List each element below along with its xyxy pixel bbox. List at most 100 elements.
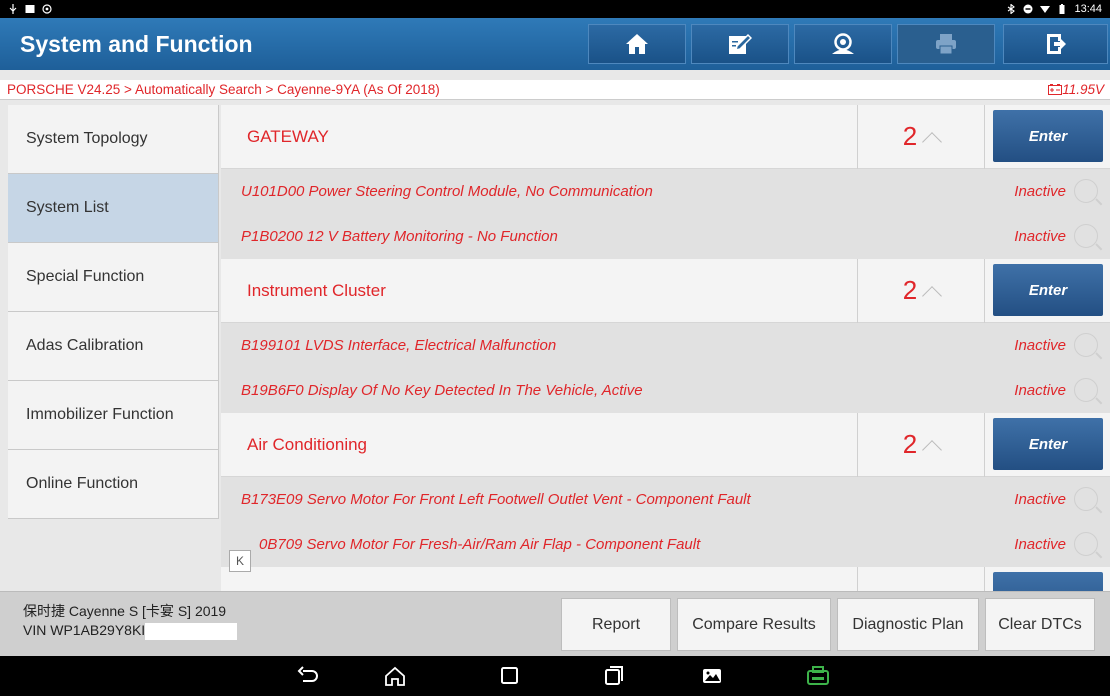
dtc-status: Inactive [1014, 183, 1066, 200]
status-bar: 13:44 [0, 0, 1110, 18]
sidebar-item-adas-calibration[interactable]: Adas Calibration [8, 312, 219, 381]
sidebar-item-immobilizer-function[interactable]: Immobilizer Function [8, 381, 219, 450]
voltage-value: 11.95V [1062, 82, 1104, 97]
sidebar: System Topology System List Special Func… [8, 105, 219, 519]
breadcrumb-path: PORSCHE V24.25 > Automatically Search > … [7, 82, 440, 97]
system-row-air-conditioning[interactable]: Air Conditioning 2 Enter [221, 412, 1110, 477]
vin-text: VIN WP1AB29Y8KI [23, 622, 146, 638]
vci-icon[interactable] [806, 666, 830, 686]
dtc-row: B173E09 Servo Motor For Front Left Footw… [221, 477, 1110, 522]
sidebar-item-online-function[interactable]: Online Function [8, 450, 219, 519]
dtc-text: P1B0200 12 V Battery Monitoring - No Fun… [241, 228, 558, 245]
vehicle-info: 保时捷 Cayenne S [卡宴 S] 2019 VIN WP1AB29Y8K… [23, 602, 238, 640]
home-nav-icon[interactable] [384, 666, 406, 686]
system-name: Instrument Cluster [247, 280, 386, 300]
title-bar: System and Function [0, 18, 1110, 70]
car-battery-icon [1048, 84, 1063, 95]
vehicle-vin: VIN WP1AB29Y8KI [23, 621, 238, 640]
dtc-count-toggle[interactable]: 2 [857, 258, 985, 323]
page-title: System and Function [20, 30, 253, 57]
dtc-status: Inactive [1014, 536, 1066, 553]
dtc-count-toggle[interactable]: 2 [857, 412, 985, 477]
dtc-text: B199101 LVDS Interface, Electrical Malfu… [241, 337, 557, 354]
settings-icon [42, 4, 52, 14]
enter-button[interactable] [993, 572, 1103, 591]
report-button[interactable]: Report [561, 598, 671, 651]
dtc-text: B19B6F0 Display Of No Key Detected In Th… [241, 382, 643, 399]
battery-voltage: 11.95V [1048, 82, 1104, 97]
enter-button[interactable]: Enter [993, 110, 1103, 162]
system-list[interactable]: GATEWAY 2 Enter U101D00 Power Steering C… [221, 105, 1110, 591]
edit-button[interactable] [691, 24, 789, 64]
system-name: GATEWAY [247, 126, 329, 146]
dtc-status: Inactive [1014, 337, 1066, 354]
enter-button[interactable]: Enter [993, 264, 1103, 316]
sidebar-item-label: Immobilizer Function [26, 406, 174, 423]
exit-button[interactable] [1003, 24, 1108, 64]
print-button[interactable] [897, 24, 995, 64]
search-icon[interactable] [1072, 530, 1103, 560]
dtc-count-toggle[interactable]: 2 [857, 105, 985, 169]
collapse-sidebar-button[interactable]: K [229, 550, 251, 572]
sidebar-item-system-list[interactable]: System List [8, 174, 219, 243]
dtc-text: U101D00 Power Steering Control Module, N… [241, 183, 653, 200]
dtc-status: Inactive [1014, 228, 1066, 245]
sidebar-item-label: System Topology [26, 130, 148, 147]
sidebar-item-label: System List [26, 199, 109, 216]
system-row-next[interactable] [221, 566, 1110, 591]
vin-redaction [145, 622, 238, 640]
dtc-count: 2 [902, 121, 918, 151]
dtc-row: U101D00 Power Steering Control Module, N… [221, 169, 1110, 214]
search-icon[interactable] [1072, 331, 1103, 361]
search-icon[interactable] [1072, 376, 1103, 406]
sidebar-item-label: Adas Calibration [26, 337, 144, 354]
dtc-text: B173E09 Servo Motor For Front Left Footw… [241, 491, 751, 508]
sidebar-item-special-function[interactable]: Special Function [8, 243, 219, 312]
sidebar-item-system-topology[interactable]: System Topology [8, 105, 219, 174]
diagnostic-plan-button[interactable]: Diagnostic Plan [837, 598, 979, 651]
enter-button[interactable]: Enter [993, 418, 1103, 470]
vehicle-model: 保时捷 Cayenne S [卡宴 S] 2019 [23, 603, 227, 619]
clear-dtcs-button[interactable]: Clear DTCs [985, 598, 1095, 651]
wifi-icon [1040, 6, 1051, 13]
dtc-count: 2 [902, 429, 918, 459]
system-row-gateway[interactable]: GATEWAY 2 Enter [221, 105, 1110, 169]
user-button[interactable] [794, 24, 892, 64]
edit-icon [729, 33, 752, 54]
compare-results-button[interactable]: Compare Results [677, 598, 831, 651]
dtc-text: 0B709 Servo Motor For Fresh-Air/Ram Air … [259, 536, 701, 553]
breadcrumb: PORSCHE V24.25 > Automatically Search > … [0, 80, 1110, 100]
screenshot-icon[interactable] [701, 666, 723, 686]
search-icon[interactable] [1072, 222, 1103, 252]
home-button[interactable] [588, 24, 686, 64]
system-row-instrument-cluster[interactable]: Instrument Cluster 2 Enter [221, 258, 1110, 323]
dtc-row: B19B6F0 Display Of No Key Detected In Th… [221, 368, 1110, 413]
status-time: 13:44 [1074, 3, 1102, 15]
bluetooth-icon [1008, 4, 1016, 14]
exit-icon [1046, 34, 1066, 54]
search-icon[interactable] [1072, 177, 1103, 207]
collapse-left-icon: K [235, 554, 244, 568]
dtc-status: Inactive [1014, 382, 1066, 399]
printer-icon [936, 34, 956, 55]
square-icon[interactable] [499, 666, 521, 686]
chevron-up-icon [922, 131, 943, 152]
battery-icon [1059, 4, 1065, 14]
system-name: Air Conditioning [247, 434, 368, 454]
image-icon [25, 5, 35, 13]
navigation-bar [0, 656, 1110, 696]
search-icon[interactable] [1072, 485, 1103, 515]
bottom-bar: 保时捷 Cayenne S [卡宴 S] 2019 VIN WP1AB29Y8K… [0, 591, 1110, 656]
sidebar-item-label: Online Function [26, 475, 139, 492]
minus-circle-icon [1023, 4, 1033, 14]
back-icon[interactable] [297, 666, 319, 686]
dtc-row: B199101 LVDS Interface, Electrical Malfu… [221, 323, 1110, 368]
chevron-up-icon [922, 285, 943, 306]
dtc-row: 0B709 Servo Motor For Fresh-Air/Ram Air … [221, 522, 1110, 567]
chevron-up-icon [922, 439, 943, 460]
recent-apps-icon[interactable] [603, 666, 625, 686]
user-icon [832, 33, 854, 54]
dtc-status: Inactive [1014, 491, 1066, 508]
dtc-row: P1B0200 12 V Battery Monitoring - No Fun… [221, 214, 1110, 259]
home-icon [626, 34, 648, 54]
